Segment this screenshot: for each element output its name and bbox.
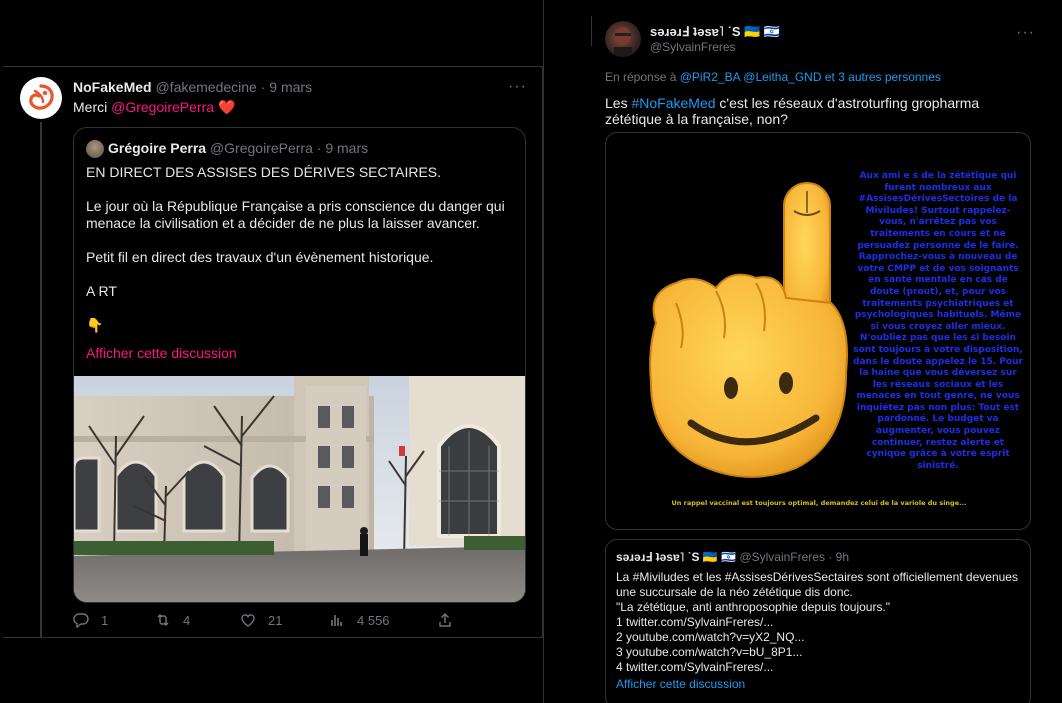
avatar-face-icon: [614, 27, 632, 57]
hashtag-link[interactable]: #NoFakeMed: [631, 95, 715, 111]
reply-label: En réponse à: [605, 70, 680, 84]
like-button[interactable]: 21: [240, 612, 282, 628]
quoted-paragraph: Le jour où la République Française a pri…: [86, 198, 505, 231]
retweet-count: 4: [183, 612, 191, 628]
heart-emoji: ❤️: [217, 99, 236, 115]
show-thread-link[interactable]: Afficher cette discussion: [86, 345, 237, 361]
author-name[interactable]: sǝɹǝɹℲ ʇǝsɐ˥ ˙S 🇺🇦 🇮🇱: [650, 24, 780, 40]
quoted-author-name: Grégoire Perra: [108, 140, 207, 156]
reply-context: En réponse à @PiR2_BA @Leitha_GND et 3 a…: [605, 70, 941, 84]
quoted-tweet-header: sǝɹǝɹℲ ʇǝsɐ˥ ˙S 🇺🇦 🇮🇱 @SylvainFreres · 9…: [616, 550, 849, 564]
mention-link[interactable]: @GregoirePerra: [111, 99, 214, 115]
building-photo[interactable]: [74, 376, 526, 603]
reply-mentions[interactable]: @PiR2_BA @Leitha_GND: [680, 70, 822, 84]
thread-connector-line: [40, 122, 42, 638]
author-name[interactable]: NoFakeMed: [73, 79, 152, 95]
left-screenshot: NoFakeMed @fakemedecine · 9 mars ··· Mer…: [0, 0, 543, 703]
quoted-author-handle: @SylvainFreres: [739, 550, 825, 564]
pointing-down-emoji: 👇: [86, 317, 104, 333]
tweet-time[interactable]: · 9 mars: [261, 79, 312, 95]
tweet-text: Merci @GregoirePerra ❤️: [73, 99, 235, 116]
reply-icon: [73, 613, 89, 628]
pointing-up-emoji-icon: [649, 182, 848, 478]
quoted-tweet-time: · 9h: [828, 550, 850, 564]
quoted-tweet[interactable]: sǝɹǝɹℲ ʇǝsɐ˥ ˙S 🇺🇦 🇮🇱 @SylvainFreres · 9…: [605, 539, 1031, 703]
tweet-text-prefix: Les: [605, 95, 632, 111]
quoted-link[interactable]: 2 youtube.com/watch?v=yX2_NQ...: [616, 630, 1026, 645]
retweet-icon: [157, 614, 169, 626]
retweet-button[interactable]: 4: [155, 612, 190, 628]
quoted-tweet-body: La #Miviludes et les #AssisesDérivesSect…: [616, 570, 1026, 675]
sylvain-avatar[interactable]: [605, 21, 641, 57]
share-icon: [439, 613, 451, 627]
meme-image[interactable]: Aux ami e s de la zététique qui furent n…: [605, 132, 1031, 530]
quoted-tweet[interactable]: Grégoire Perra @GregoirePerra · 9 mars E…: [73, 127, 526, 603]
show-thread-link[interactable]: Afficher cette discussion: [616, 677, 745, 691]
author-handle[interactable]: @SylvainFreres: [650, 40, 736, 54]
tweet-text-prefix: Merci: [73, 99, 112, 115]
quoted-paragraph: A RT: [86, 283, 117, 299]
views-count: 4 556: [357, 612, 390, 628]
share-button[interactable]: [437, 612, 453, 628]
more-icon[interactable]: ···: [1016, 24, 1035, 42]
more-icon[interactable]: ···: [508, 78, 527, 96]
tweet-text: Les #NoFakeMed c'est les réseaux d'astro…: [605, 95, 1025, 127]
quoted-tweet-header: Grégoire Perra @GregoirePerra · 9 mars: [108, 140, 368, 156]
quoted-link[interactable]: 3 youtube.com/watch?v=bU_8P1...: [616, 645, 1026, 660]
meme-caption: Un rappel vaccinal est toujours optimal,…: [671, 499, 967, 507]
reply-button[interactable]: 1: [73, 612, 108, 628]
reply-count: 1: [101, 612, 109, 628]
meme-text: Aux ami e s de la zététique qui furent n…: [853, 171, 1023, 471]
quoted-author-name: sǝɹǝɹℲ ʇǝsɐ˥ ˙S 🇺🇦 🇮🇱: [616, 550, 737, 564]
quoted-link[interactable]: 1 twitter.com/SylvainFreres/...: [616, 615, 1026, 630]
quoted-author-handle: @GregoirePerra: [209, 140, 313, 156]
quoted-paragraph: EN DIRECT DES ASSISES DES DÉRIVES SECTAI…: [86, 164, 442, 180]
quoted-line: "La zététique, anti anthroposophie depui…: [616, 600, 891, 614]
quoted-line: La #Miviludes et les #AssisesDérivesSect…: [616, 570, 1018, 599]
nofakemed-avatar[interactable]: [20, 77, 62, 119]
views-button[interactable]: 4 556: [329, 612, 390, 628]
quoted-tweet-time: · 9 mars: [316, 140, 369, 156]
tweet-header: NoFakeMed @fakemedecine · 9 mars: [73, 79, 312, 95]
like-count: 21: [268, 612, 283, 628]
quoted-paragraph: Petit fil en direct des travaux d'un évè…: [86, 249, 434, 265]
like-icon: [241, 614, 255, 627]
nofakemed-logo-icon: [29, 84, 54, 110]
quoted-author-avatar: [86, 140, 104, 158]
quoted-tweet-body: EN DIRECT DES ASSISES DES DÉRIVES SECTAI…: [86, 164, 516, 334]
tweet-actions: 1 4 21 4 556: [73, 612, 453, 632]
thread-connector-line: [591, 16, 592, 46]
views-icon: [331, 615, 342, 626]
author-handle[interactable]: @fakemedecine: [155, 79, 256, 95]
reply-others[interactable]: et 3 autres personnes: [821, 70, 941, 84]
quoted-link[interactable]: 4 twitter.com/SylvainFreres/...: [616, 660, 1026, 675]
